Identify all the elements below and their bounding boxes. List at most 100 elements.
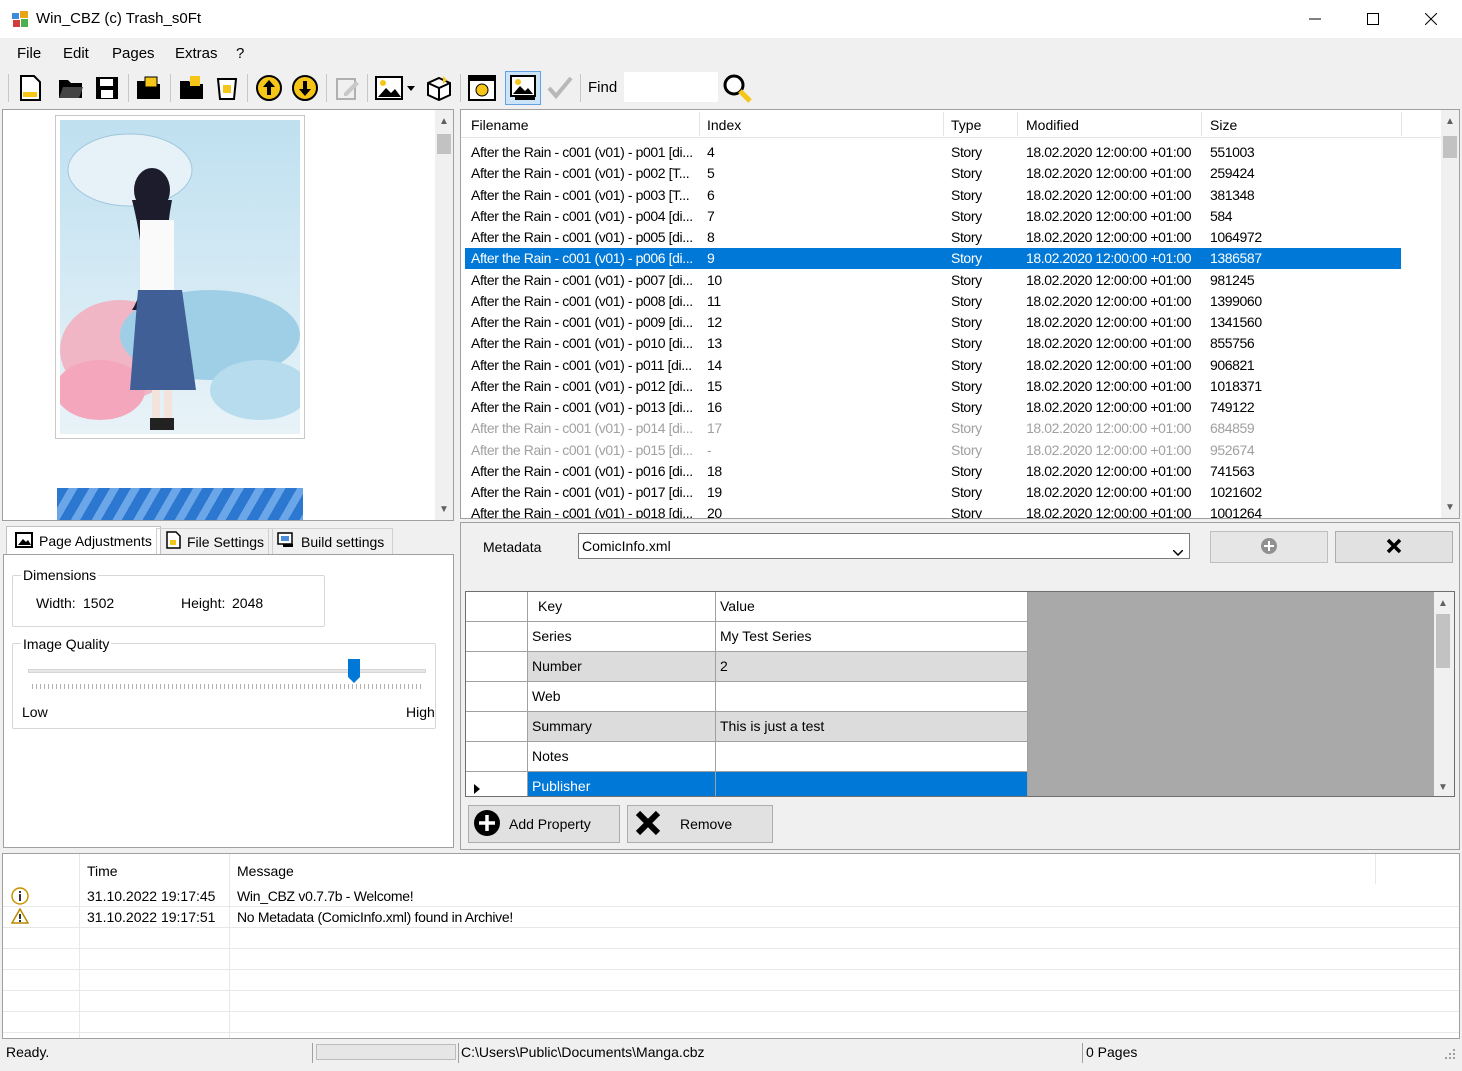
grid-key-cell[interactable]: Notes bbox=[528, 742, 716, 772]
page-thumbnail[interactable] bbox=[55, 115, 310, 439]
grid-key-cell[interactable]: Summary bbox=[528, 712, 716, 742]
tab-label: File Settings bbox=[187, 533, 265, 550]
log-row[interactable]: 31.10.2022 19:17:45 Win_CBZ v0.7.7b - Wel… bbox=[3, 886, 1459, 907]
quality-slider-thumb[interactable] bbox=[348, 659, 361, 683]
grid-value-cell[interactable]: 2 bbox=[716, 652, 1028, 682]
scroll-up-icon[interactable]: ▲ bbox=[435, 112, 453, 130]
grid-key-cell[interactable]: Number bbox=[528, 652, 716, 682]
file-row[interactable]: After the Rain - c001 (v01) - p002 [T...… bbox=[465, 163, 1401, 184]
grid-row-header[interactable] bbox=[466, 742, 528, 772]
file-row[interactable]: After the Rain - c001 (v01) - p016 [di..… bbox=[465, 461, 1401, 482]
menu-edit[interactable]: Edit bbox=[63, 45, 89, 62]
file-row[interactable]: After the Rain - c001 (v01) - p011 [di..… bbox=[465, 355, 1401, 376]
image-view-icon[interactable] bbox=[505, 71, 541, 105]
preview-scrollbar[interactable]: ▲ ▼ bbox=[435, 110, 453, 520]
next-page-thumbnail[interactable] bbox=[57, 488, 303, 520]
column-value[interactable]: Value bbox=[716, 592, 1028, 622]
grid-value-cell[interactable] bbox=[716, 682, 1028, 712]
find-input[interactable] bbox=[624, 72, 718, 102]
column-modified[interactable]: Modified bbox=[1026, 117, 1079, 133]
column-size[interactable]: Size bbox=[1210, 117, 1237, 133]
grid-key-cell[interactable]: Web bbox=[528, 682, 716, 712]
file-row[interactable]: After the Rain - c001 (v01) - p017 [di..… bbox=[465, 482, 1401, 503]
file-list-scrollbar[interactable]: ▲ ▼ bbox=[1441, 110, 1459, 518]
open-archive-icon[interactable] bbox=[134, 73, 164, 103]
grid-key-cell[interactable]: Publisher bbox=[528, 772, 716, 796]
file-row[interactable]: After the Rain - c001 (v01) - p009 [di..… bbox=[465, 312, 1401, 333]
edit-icon[interactable] bbox=[332, 73, 362, 103]
cell-type: Story bbox=[951, 144, 982, 160]
file-row[interactable]: After the Rain - c001 (v01) - p013 [di..… bbox=[465, 397, 1401, 418]
tab-file-settings[interactable]: File Settings bbox=[156, 528, 274, 554]
file-row[interactable]: After the Rain - c001 (v01) - p014 [di..… bbox=[465, 418, 1401, 439]
minimize-button[interactable] bbox=[1286, 0, 1344, 38]
file-row[interactable]: After the Rain - c001 (v01) - p005 [di..… bbox=[465, 227, 1401, 248]
column-type[interactable]: Type bbox=[951, 117, 981, 133]
scroll-thumb[interactable] bbox=[1443, 136, 1457, 158]
grid-value-cell[interactable] bbox=[716, 772, 1028, 796]
package-icon[interactable] bbox=[424, 73, 454, 103]
file-row[interactable]: After the Rain - c001 (v01) - p010 [di..… bbox=[465, 333, 1401, 354]
scroll-down-icon[interactable]: ▼ bbox=[435, 500, 453, 518]
grid-value-cell[interactable]: This is just a test bbox=[716, 712, 1028, 742]
menu-file[interactable]: File bbox=[17, 45, 41, 62]
file-row[interactable]: After the Rain - c001 (v01) - p001 [di..… bbox=[465, 142, 1401, 163]
search-icon[interactable] bbox=[722, 73, 752, 103]
grid-value-cell[interactable] bbox=[716, 742, 1028, 772]
move-up-icon[interactable] bbox=[254, 73, 284, 103]
quality-slider-track[interactable] bbox=[28, 669, 426, 673]
scroll-up-icon[interactable]: ▲ bbox=[1434, 594, 1452, 612]
grid-row-header[interactable] bbox=[466, 652, 528, 682]
column-message[interactable]: Message bbox=[237, 863, 294, 879]
remove-button[interactable]: Remove bbox=[627, 805, 773, 843]
column-key[interactable]: Key bbox=[528, 592, 716, 622]
grid-key-cell[interactable]: Series bbox=[528, 622, 716, 652]
check-icon[interactable] bbox=[545, 73, 575, 103]
menu-extras[interactable]: Extras bbox=[175, 45, 218, 62]
close-button[interactable] bbox=[1402, 0, 1460, 38]
grid-row-header[interactable] bbox=[466, 682, 528, 712]
info-icon[interactable] bbox=[467, 73, 497, 103]
row-pointer-icon bbox=[474, 781, 480, 796]
grid-row-header[interactable] bbox=[466, 622, 528, 652]
metadata-file-select[interactable]: ComicInfo.xml bbox=[578, 533, 1190, 559]
file-row[interactable]: After the Rain - c001 (v01) - p003 [T...… bbox=[465, 185, 1401, 206]
scroll-down-icon[interactable]: ▼ bbox=[1441, 498, 1459, 516]
save-icon[interactable] bbox=[92, 73, 122, 103]
file-row[interactable]: After the Rain - c001 (v01) - p012 [di..… bbox=[465, 376, 1401, 397]
file-row[interactable]: After the Rain - c001 (v01) - p018 [di..… bbox=[465, 503, 1401, 518]
column-filename[interactable]: Filename bbox=[471, 117, 529, 133]
add-property-button[interactable]: Add Property bbox=[468, 805, 620, 843]
tab-build-settings[interactable]: Build settings bbox=[268, 528, 394, 554]
scroll-down-icon[interactable]: ▼ bbox=[1434, 778, 1452, 796]
metadata-scrollbar[interactable]: ▲ ▼ bbox=[1434, 592, 1454, 796]
file-row[interactable]: After the Rain - c001 (v01) - p008 [di..… bbox=[465, 291, 1401, 312]
move-down-icon[interactable] bbox=[290, 73, 320, 103]
image-dropdown-chevron-down-icon[interactable] bbox=[404, 73, 418, 103]
column-time[interactable]: Time bbox=[87, 863, 118, 879]
maximize-button[interactable] bbox=[1344, 0, 1402, 38]
scroll-up-icon[interactable]: ▲ bbox=[1441, 112, 1459, 130]
scroll-thumb[interactable] bbox=[437, 134, 451, 154]
file-row[interactable]: After the Rain - c001 (v01) - p006 [di..… bbox=[465, 248, 1401, 270]
grid-value-cell[interactable]: My Test Series bbox=[716, 622, 1028, 652]
file-row[interactable]: After the Rain - c001 (v01) - p007 [di..… bbox=[465, 270, 1401, 291]
grid-row-header[interactable] bbox=[466, 712, 528, 742]
log-row[interactable]: 31.10.2022 19:17:51 No Metadata (ComicInf… bbox=[3, 907, 1459, 928]
add-metadata-file-button[interactable] bbox=[1210, 531, 1328, 563]
column-index[interactable]: Index bbox=[707, 117, 741, 133]
add-folder-icon[interactable] bbox=[177, 73, 207, 103]
menu-help[interactable]: ? bbox=[236, 45, 244, 62]
new-file-icon[interactable] bbox=[15, 73, 45, 103]
scroll-thumb[interactable] bbox=[1436, 614, 1450, 668]
image-icon[interactable] bbox=[374, 73, 404, 103]
remove-metadata-file-button[interactable] bbox=[1335, 531, 1453, 563]
open-folder-icon[interactable] bbox=[56, 73, 86, 103]
grid-row-header[interactable] bbox=[466, 772, 528, 796]
menu-pages[interactable]: Pages bbox=[112, 45, 155, 62]
resize-grip-icon[interactable] bbox=[1444, 1047, 1456, 1063]
delete-icon[interactable] bbox=[212, 73, 242, 103]
file-row[interactable]: After the Rain - c001 (v01) - p004 [di..… bbox=[465, 206, 1401, 227]
tab-page-adjustments[interactable]: Page Adjustments bbox=[6, 526, 161, 555]
file-row[interactable]: After the Rain - c001 (v01) - p015 [di..… bbox=[465, 440, 1401, 461]
